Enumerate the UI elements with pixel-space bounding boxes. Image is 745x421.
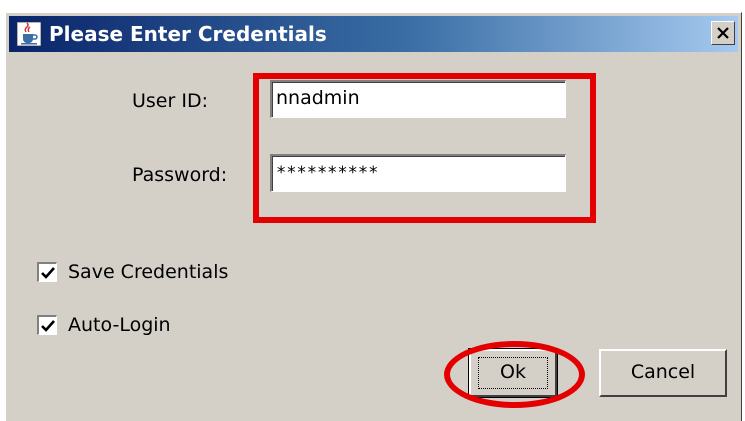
- auto-login-label[interactable]: Auto-Login: [68, 313, 171, 337]
- focus-indicator: [478, 357, 548, 389]
- password-label: Password:: [132, 164, 228, 186]
- cancel-button[interactable]: Cancel: [599, 349, 727, 397]
- auto-login-checkbox[interactable]: [37, 315, 57, 335]
- user-id-value: nnadmin: [276, 87, 360, 109]
- credentials-dialog: Please Enter Credentials User ID: nnadmi…: [5, 12, 742, 421]
- password-field[interactable]: **********: [270, 154, 566, 192]
- dialog-titlebar[interactable]: Please Enter Credentials: [9, 16, 738, 52]
- save-credentials-label[interactable]: Save Credentials: [68, 260, 228, 284]
- password-value: **********: [276, 163, 379, 183]
- user-id-field[interactable]: nnadmin: [270, 80, 566, 118]
- user-id-label: User ID:: [132, 90, 208, 112]
- ok-button[interactable]: Ok: [468, 348, 558, 398]
- save-credentials-checkbox[interactable]: [37, 262, 57, 282]
- java-cup-icon: [16, 21, 42, 47]
- cancel-button-label: Cancel: [630, 361, 696, 383]
- dialog-title: Please Enter Credentials: [49, 22, 327, 46]
- close-button[interactable]: [711, 21, 735, 45]
